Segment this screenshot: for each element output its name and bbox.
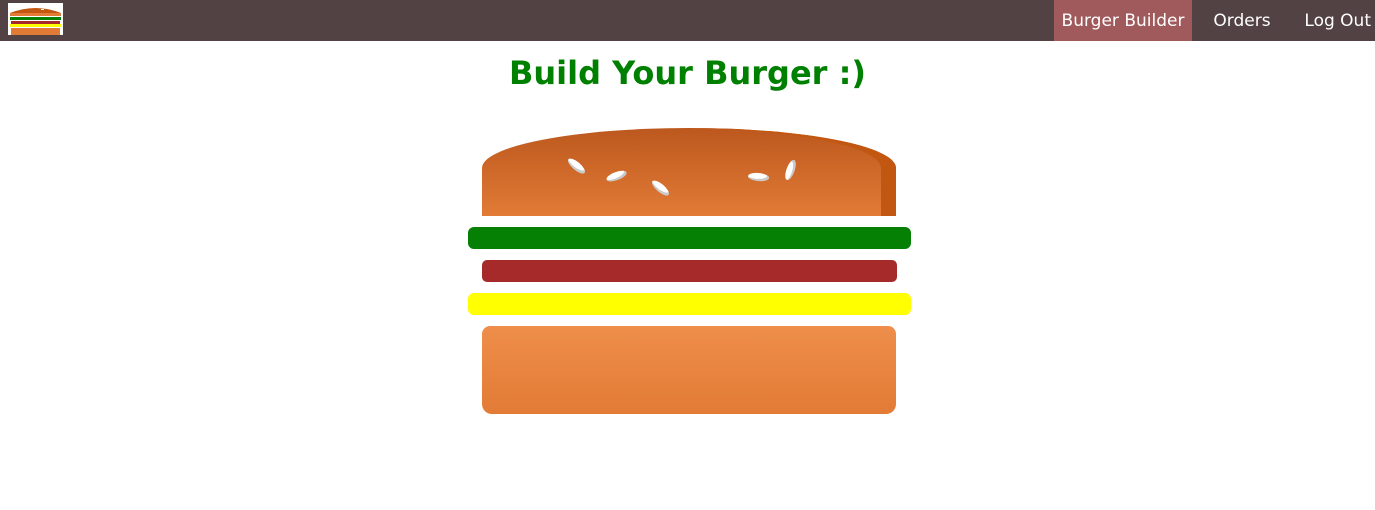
burger-logo-icon[interactable] [8,3,63,35]
bread-top [482,128,896,216]
page-title: Build Your Burger :) [509,54,866,92]
seed [649,178,672,198]
seed [565,156,588,176]
meat-layer [482,260,897,282]
seed [747,172,770,182]
nav-orders[interactable]: Orders [1192,0,1292,41]
main-nav: Burger Builder Orders Log Out [1054,0,1375,41]
bread-bottom [482,326,896,414]
cheese-layer [468,293,911,315]
seed [783,158,798,182]
seed [605,168,628,184]
nav-burger-builder[interactable]: Burger Builder [1054,0,1192,41]
toolbar: Burger Builder Orders Log Out [0,0,1375,41]
salad-layer [468,227,911,249]
nav-log-out[interactable]: Log Out [1292,0,1375,41]
